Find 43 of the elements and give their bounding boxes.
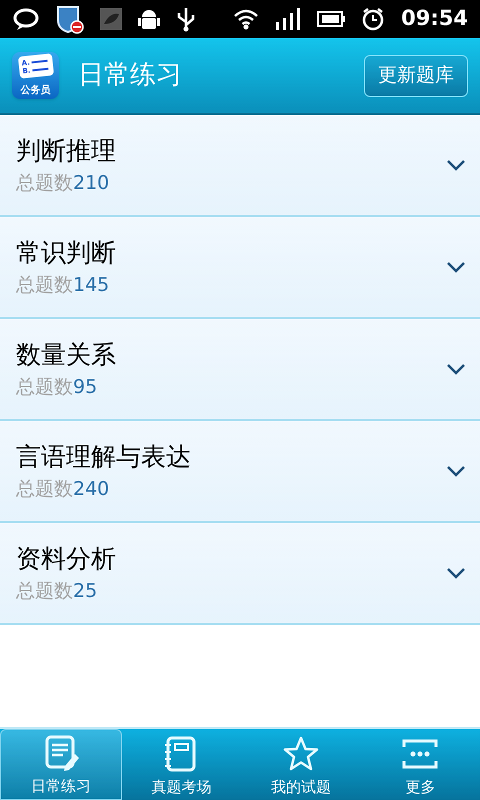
chevron-down-icon [446,465,466,477]
chevron-down-icon [446,261,466,273]
count-label: 总题数 [16,580,73,604]
chevron-down-icon [446,363,466,375]
page-title: 日常练习 [78,59,183,92]
chat-icon [12,7,40,31]
category-title: 数量关系 [16,338,117,370]
signal-icon [275,8,302,30]
category-row[interactable]: 数量关系 总题数95 [0,319,480,421]
count-label: 总题数 [16,478,73,502]
chevron-down-icon [446,567,466,579]
wifi-icon [233,8,260,30]
category-row[interactable]: 判断推理 总题数210 [0,115,480,217]
star-icon [280,734,321,772]
nav-tab[interactable]: 真题考场 [122,729,241,800]
leaf-icon [100,8,122,30]
android-icon [138,7,160,31]
category-title: 判断推理 [16,134,117,166]
count-label: 总题数 [16,172,73,196]
category-title: 言语理解与表达 [16,440,192,472]
clock-time: 09:54 [401,5,468,32]
question-count: 240 [73,478,110,502]
update-button[interactable]: 更新题库 [364,54,468,96]
question-count: 25 [73,580,98,604]
count-label: 总题数 [16,274,73,298]
chevron-down-icon [446,159,466,171]
category-row[interactable]: 言语理解与表达 总题数240 [0,421,480,523]
nav-tab[interactable]: 我的试题 [241,729,360,800]
nav-tab[interactable]: 更多 [360,729,480,800]
category-row[interactable]: 常识判断 总题数145 [0,217,480,319]
category-row[interactable]: 资料分析 总题数25 [0,523,480,625]
question-count: 95 [73,376,98,400]
category-title: 常识判断 [16,236,117,268]
battery-icon [317,10,346,28]
nav-tab[interactable]: 日常练习 [0,729,122,800]
alarm-icon [361,7,386,31]
shield-icon [56,4,84,34]
logo-label: 公务员 [20,86,50,96]
question-count: 145 [73,274,110,298]
count-label: 总题数 [16,376,73,400]
category-title: 资料分析 [16,542,117,574]
question-count: 210 [73,172,110,196]
usb-icon [176,6,196,32]
